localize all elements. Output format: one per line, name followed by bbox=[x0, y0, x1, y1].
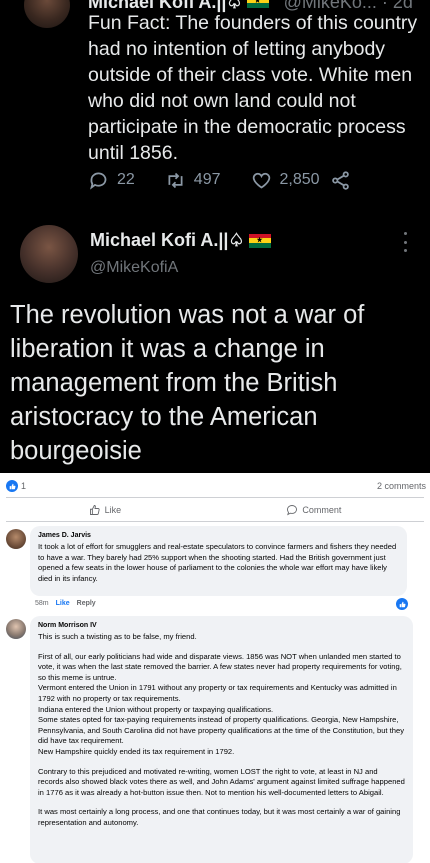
comment-text: This is such a twisting as to be false, … bbox=[38, 632, 405, 829]
retweet-icon bbox=[168, 172, 183, 188]
share-action bbox=[330, 170, 359, 191]
comment-like-link[interactable]: Like bbox=[56, 600, 70, 607]
comment-paragraph: Vermont entered the Union in 1791 withou… bbox=[38, 683, 397, 703]
comment-paragraph: New Hampshire quickly ended its tax requ… bbox=[38, 746, 235, 756]
comment-author[interactable]: James D. Jarvis bbox=[38, 531, 399, 540]
like-reaction-icon bbox=[6, 480, 18, 492]
reply-icon bbox=[90, 172, 107, 190]
comment-paragraph: Contrary to this prejudiced and motivate… bbox=[38, 766, 405, 797]
comment-paragraph: Some states opted for tax-paying require… bbox=[38, 715, 404, 746]
like-button-label: Like bbox=[104, 505, 122, 515]
thumbs-up-icon bbox=[89, 505, 100, 515]
ghana-flag-icon bbox=[248, 233, 271, 248]
comment-like-badge bbox=[396, 598, 408, 610]
author-name: Michael Kofi A.||♤ bbox=[90, 230, 245, 250]
like-action: 2,850 bbox=[251, 170, 320, 191]
comment-paragraph: It was most certainly a long process, an… bbox=[38, 807, 401, 827]
comment-text: It took a lot of effort for smugglers an… bbox=[38, 542, 397, 583]
retweet-count: 497 bbox=[193, 171, 221, 188]
comment-bubble: James D. Jarvis It took a lot of effort … bbox=[30, 526, 407, 596]
comment-author[interactable]: Norm Morrison IV bbox=[38, 621, 405, 630]
comment-bubble: Norm Morrison IV This is such a twisting… bbox=[30, 616, 413, 863]
retweet-action: 497 bbox=[165, 170, 221, 191]
author-handle: @MikeKofiA bbox=[90, 259, 179, 276]
avatar bbox=[20, 225, 78, 283]
author-name-row: Michael Kofi A.||♤ bbox=[90, 230, 271, 251]
comment-paragraph: This is such a twisting as to be false, … bbox=[38, 632, 197, 641]
reaction-count: 1 bbox=[21, 481, 27, 491]
divider bbox=[6, 521, 424, 522]
comment-icon bbox=[287, 505, 298, 516]
comment-timestamp[interactable]: 58m bbox=[35, 600, 49, 607]
comment-button-label: Comment bbox=[302, 505, 342, 515]
avatar bbox=[24, 0, 70, 28]
comment-reply-link[interactable]: Reply bbox=[77, 600, 96, 607]
tweet-actions: 22 497 2,850 bbox=[88, 168, 388, 192]
more-dots-icon bbox=[402, 232, 408, 252]
avatar[interactable] bbox=[6, 619, 26, 639]
heart-icon bbox=[252, 172, 270, 189]
tweet-text: Fun Fact: The founders of this country h… bbox=[88, 12, 418, 164]
reaction-summary[interactable]: 1 bbox=[6, 480, 26, 492]
like-button[interactable]: Like bbox=[89, 504, 122, 516]
ghana-flag-icon bbox=[246, 0, 269, 9]
tweet-main-text: The revolution was not a war of liberati… bbox=[10, 301, 365, 465]
comment-paragraph: Indiana entered the Union without proper… bbox=[38, 704, 274, 714]
like-count: 2,850 bbox=[279, 171, 320, 188]
comment-count[interactable]: 2 comments bbox=[377, 481, 426, 491]
reply-count: 22 bbox=[117, 171, 135, 188]
share-icon bbox=[331, 170, 349, 190]
comment-paragraph: First of all, our early politicians had … bbox=[38, 651, 402, 682]
facebook-post-footer: 1 2 comments Like Comment James D. Jarvi… bbox=[0, 473, 430, 863]
comment-button[interactable]: Comment bbox=[286, 504, 341, 516]
thumbs-up-icon bbox=[399, 601, 405, 607]
divider bbox=[6, 497, 424, 498]
reply-action: 22 bbox=[88, 170, 135, 191]
post-action-row: Like Comment bbox=[6, 500, 424, 520]
comment-meta: 58m Like Reply bbox=[35, 600, 96, 607]
embedded-tweet-screenshot: Michael Kofi A.||♤ @MikeKo... · 2d Fun F… bbox=[0, 0, 430, 473]
avatar[interactable] bbox=[6, 529, 26, 549]
